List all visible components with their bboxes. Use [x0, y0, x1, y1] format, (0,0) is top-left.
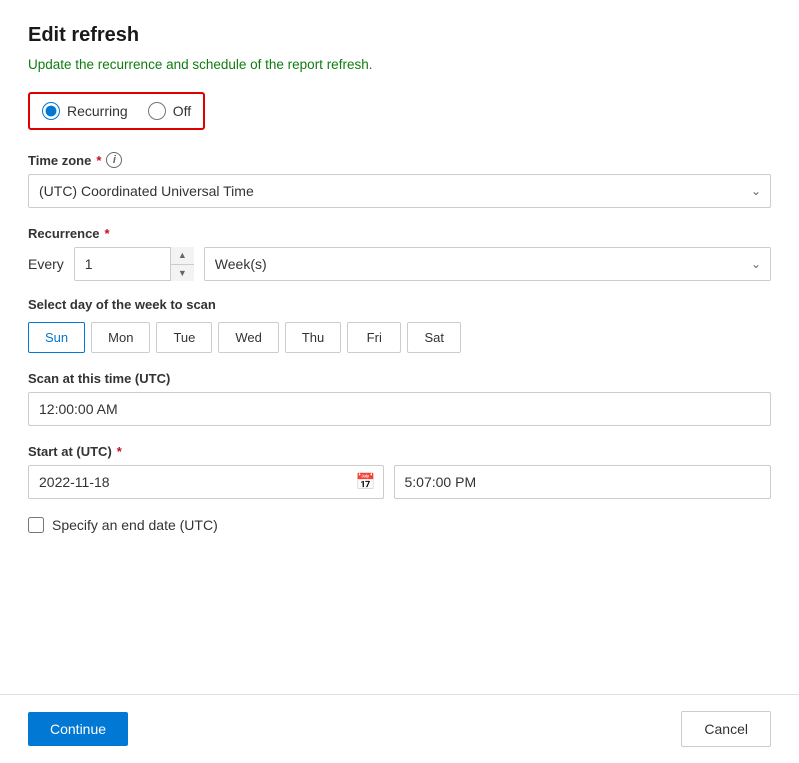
date-input[interactable] [28, 465, 384, 499]
end-date-checkbox[interactable] [28, 517, 44, 533]
radio-recurring[interactable]: Recurring [42, 102, 128, 120]
required-star: * [96, 153, 101, 168]
start-at-label: Start at (UTC) * [28, 444, 771, 459]
radio-off-input[interactable] [148, 102, 166, 120]
footer: Continue Cancel [0, 694, 799, 763]
period-select-wrapper: Day(s) Week(s) Month(s) ⌄ [204, 247, 771, 281]
timezone-select[interactable]: (UTC) Coordinated Universal Time (UTC-05… [28, 174, 771, 208]
day-btn-sat[interactable]: Sat [407, 322, 461, 353]
spin-buttons: ▲ ▼ [170, 247, 194, 281]
scan-time-label: Scan at this time (UTC) [28, 371, 771, 386]
scan-time-input[interactable] [28, 392, 771, 426]
start-time-input[interactable] [394, 465, 772, 499]
day-buttons: Sun Mon Tue Wed Thu Fri Sat [28, 322, 771, 353]
timezone-group: Time zone * i (UTC) Coordinated Universa… [28, 152, 771, 208]
end-date-group: Specify an end date (UTC) [28, 517, 771, 533]
day-selector-label: Select day of the week to scan [28, 297, 771, 312]
day-btn-mon[interactable]: Mon [91, 322, 150, 353]
start-at-row: 📅 [28, 465, 771, 499]
end-date-label[interactable]: Specify an end date (UTC) [52, 517, 218, 533]
timezone-info-icon[interactable]: i [106, 152, 122, 168]
start-at-group: Start at (UTC) * 📅 [28, 444, 771, 499]
day-btn-fri[interactable]: Fri [347, 322, 401, 353]
day-btn-sun[interactable]: Sun [28, 322, 85, 353]
cancel-button[interactable]: Cancel [681, 711, 771, 747]
radio-group: Recurring Off [28, 92, 205, 130]
page-subtitle: Update the recurrence and schedule of th… [28, 57, 771, 72]
recurrence-label: Recurrence * [28, 226, 771, 241]
timezone-select-wrapper: (UTC) Coordinated Universal Time (UTC-05… [28, 174, 771, 208]
radio-recurring-input[interactable] [42, 102, 60, 120]
timezone-label: Time zone * i [28, 152, 771, 168]
main-content: Edit refresh Update the recurrence and s… [0, 0, 799, 694]
radio-off-label: Off [173, 103, 191, 119]
day-btn-thu[interactable]: Thu [285, 322, 341, 353]
period-select[interactable]: Day(s) Week(s) Month(s) [204, 247, 771, 281]
date-input-wrapper: 📅 [28, 465, 384, 499]
recurrence-row: Every ▲ ▼ Day(s) Week(s) Month(s) ⌄ [28, 247, 771, 281]
continue-button[interactable]: Continue [28, 712, 128, 746]
recurrence-number-wrapper: ▲ ▼ [74, 247, 194, 281]
day-btn-tue[interactable]: Tue [156, 322, 212, 353]
day-selector: Select day of the week to scan Sun Mon T… [28, 297, 771, 353]
page-title: Edit refresh [28, 24, 771, 47]
calendar-icon[interactable]: 📅 [356, 472, 376, 492]
start-at-required-star: * [117, 444, 122, 459]
spin-down-button[interactable]: ▼ [171, 265, 194, 282]
recurrence-group: Recurrence * Every ▲ ▼ Day(s) Week(s) Mo… [28, 226, 771, 353]
spin-up-button[interactable]: ▲ [171, 247, 194, 265]
every-label: Every [28, 256, 64, 272]
day-btn-wed[interactable]: Wed [218, 322, 279, 353]
radio-recurring-label: Recurring [67, 103, 128, 119]
radio-off[interactable]: Off [148, 102, 191, 120]
scan-time-group: Scan at this time (UTC) [28, 371, 771, 426]
recurrence-required-star: * [105, 226, 110, 241]
